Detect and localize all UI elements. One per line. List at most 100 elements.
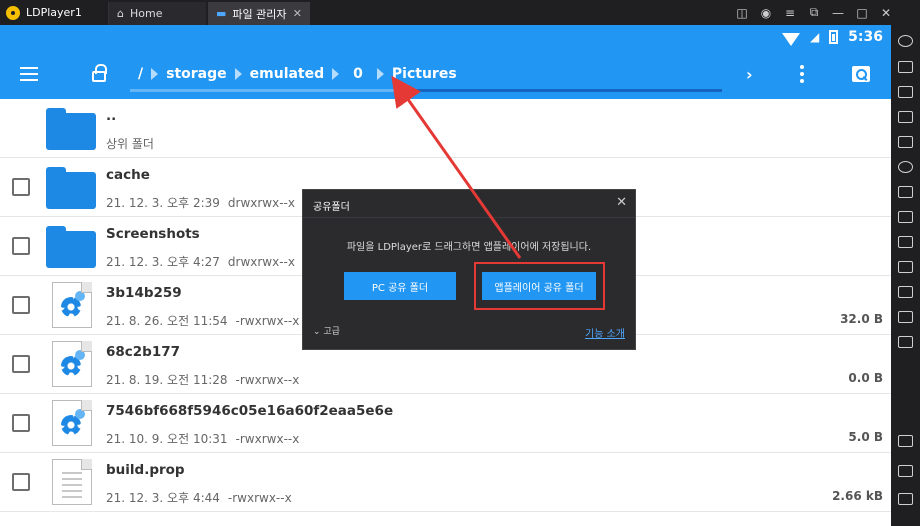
volume-down-icon[interactable]: [898, 111, 913, 123]
settings-file-icon: [52, 282, 92, 328]
hamburger-menu-icon[interactable]: [20, 67, 38, 81]
sync-icon[interactable]: [898, 286, 913, 298]
file-name: cache: [106, 167, 150, 183]
file-name: 3b14b259: [106, 285, 182, 301]
breadcrumb-scrollbar[interactable]: [130, 89, 722, 92]
file-name: 68c2b177: [106, 344, 181, 360]
dialog-title: 공유폴더: [313, 202, 350, 213]
file-date: 21. 8. 19. 오전 11:28: [106, 373, 228, 387]
app-shared-folder-button[interactable]: 앱플레이어 공유 폴더: [482, 272, 596, 300]
app-title: LDPlayer1: [6, 0, 82, 25]
volume-up-icon[interactable]: [898, 86, 913, 98]
tab-close-icon[interactable]: ✕: [293, 7, 302, 20]
settings-file-icon: [52, 400, 92, 446]
select-checkbox[interactable]: [12, 296, 30, 314]
search-icon[interactable]: [852, 66, 870, 82]
play-icon[interactable]: [898, 261, 913, 273]
apk-icon[interactable]: [898, 211, 913, 223]
screenshot-icon[interactable]: [898, 136, 913, 148]
dialog-divider: [303, 217, 635, 218]
list-item[interactable]: .. 상위 폴더: [0, 99, 891, 158]
file-permissions: -rwxrwx--x: [235, 373, 300, 387]
keyboard-icon[interactable]: [898, 61, 913, 73]
file-meta: 상위 폴더: [106, 135, 154, 152]
select-checkbox[interactable]: [12, 355, 30, 373]
breadcrumb-arrow-icon: [234, 68, 242, 80]
file-meta: 21. 8. 26. 오전 11:54 -rwxrwx--x: [106, 312, 299, 329]
folder-share-icon[interactable]: [898, 311, 913, 323]
breadcrumb-pictures[interactable]: Pictures: [392, 66, 457, 82]
gamepad-icon[interactable]: ◫: [736, 6, 748, 20]
scissors-icon[interactable]: [898, 236, 913, 248]
close-window-icon[interactable]: ✕: [880, 6, 892, 20]
window-titlebar: LDPlayer1 ⌂ Home ▬ 파일 관리자 ✕ ◫ ◉ ≡ ⧉ — □ …: [0, 0, 920, 25]
file-date: 상위 폴더: [106, 137, 154, 151]
file-permissions: drwxrwx--x: [227, 196, 295, 210]
advanced-toggle[interactable]: ⌄ 고급: [313, 324, 340, 337]
file-name: Screenshots: [106, 226, 200, 242]
breadcrumb-0[interactable]: 0: [353, 66, 363, 82]
menu-lines-icon[interactable]: ≡: [784, 6, 796, 20]
breadcrumb-emulated[interactable]: emulated: [250, 66, 325, 82]
advanced-label: 고급: [323, 327, 340, 337]
tab-file-manager[interactable]: ▬ 파일 관리자 ✕: [208, 2, 310, 25]
pc-shared-folder-button[interactable]: PC 공유 폴더: [344, 272, 456, 300]
more-vert-icon[interactable]: [800, 65, 804, 83]
file-name: ..: [106, 108, 117, 124]
minimize-icon[interactable]: —: [832, 6, 844, 20]
shared-folder-dialog: 공유폴더 ✕ 파일을 LDPlayer로 드래그하면 앱플레이어에 저장됩니다.…: [302, 189, 636, 350]
account-icon[interactable]: ◉: [760, 6, 772, 20]
folder-icon: ▬: [216, 7, 227, 20]
file-date: 21. 12. 3. 오후 2:39: [106, 196, 220, 210]
file-size: 5.0 B: [848, 430, 883, 444]
home-icon: ⌂: [117, 7, 124, 20]
file-size: 32.0 B: [840, 312, 883, 326]
breadcrumb-root[interactable]: /: [138, 66, 143, 82]
file-permissions: -rwxrwx--x: [227, 491, 292, 505]
recent-apps-icon[interactable]: [898, 493, 913, 505]
status-bar: ◢ 5:36: [0, 25, 891, 49]
restore-icon[interactable]: ⧉: [808, 5, 820, 20]
record-icon[interactable]: [898, 161, 913, 173]
ldplayer-logo-icon: [6, 5, 20, 20]
file-meta: 21. 10. 9. 오전 10:31 -rwxrwx--x: [106, 430, 299, 447]
home-nav-icon[interactable]: [898, 465, 913, 477]
folder-icon: [46, 226, 96, 268]
close-icon[interactable]: ✕: [616, 195, 627, 210]
file-meta: 21. 8. 19. 오전 11:28 -rwxrwx--x: [106, 371, 299, 388]
file-meta: 21. 12. 3. 오후 4:44 -rwxrwx--x: [106, 489, 292, 506]
status-icons: ◢ 5:36: [781, 25, 883, 49]
gear-icon[interactable]: [898, 35, 913, 47]
list-item[interactable]: 7546bf668f5946c05e16a60f2eaa5e6e 21. 10.…: [0, 394, 891, 453]
file-date: 21. 12. 3. 오후 4:44: [106, 491, 220, 505]
app-title-text: LDPlayer1: [26, 6, 82, 19]
select-checkbox[interactable]: [12, 473, 30, 491]
lock-icon[interactable]: [92, 64, 107, 82]
file-permissions: -rwxrwx--x: [235, 432, 300, 446]
breadcrumb-arrow-icon: [376, 68, 384, 80]
tab-home[interactable]: ⌂ Home: [108, 2, 206, 25]
folder-icon: [46, 108, 96, 150]
file-meta: 21. 12. 3. 오후 4:27 drwxrwx--x: [106, 253, 295, 270]
chevron-right-icon[interactable]: ›: [746, 65, 753, 84]
clock: 5:36: [848, 29, 883, 45]
maximize-icon[interactable]: □: [856, 6, 868, 20]
file-meta: 21. 12. 3. 오후 2:39 drwxrwx--x: [106, 194, 295, 211]
select-checkbox[interactable]: [12, 237, 30, 255]
back-icon[interactable]: [898, 435, 913, 447]
app-toolbar: / storage emulated 0 Pictures ›: [0, 49, 891, 99]
more-icon[interactable]: [898, 336, 913, 348]
file-date: 21. 10. 9. 오전 10:31: [106, 432, 228, 446]
file-date: 21. 12. 3. 오후 4:27: [106, 255, 220, 269]
feature-intro-link[interactable]: 기능 소개: [585, 325, 625, 340]
file-permissions: drwxrwx--x: [227, 255, 295, 269]
wifi-icon: [781, 32, 800, 46]
breadcrumb-storage[interactable]: storage: [166, 66, 227, 82]
file-permissions: -rwxrwx--x: [235, 314, 300, 328]
window-controls: ◫ ◉ ≡ ⧉ — □ ✕: [736, 0, 892, 25]
select-checkbox[interactable]: [12, 414, 30, 432]
list-item[interactable]: build.prop 21. 12. 3. 오후 4:44 -rwxrwx--x …: [0, 453, 891, 512]
text-file-icon: [52, 459, 92, 505]
add-window-icon[interactable]: [898, 186, 913, 198]
select-checkbox[interactable]: [12, 178, 30, 196]
